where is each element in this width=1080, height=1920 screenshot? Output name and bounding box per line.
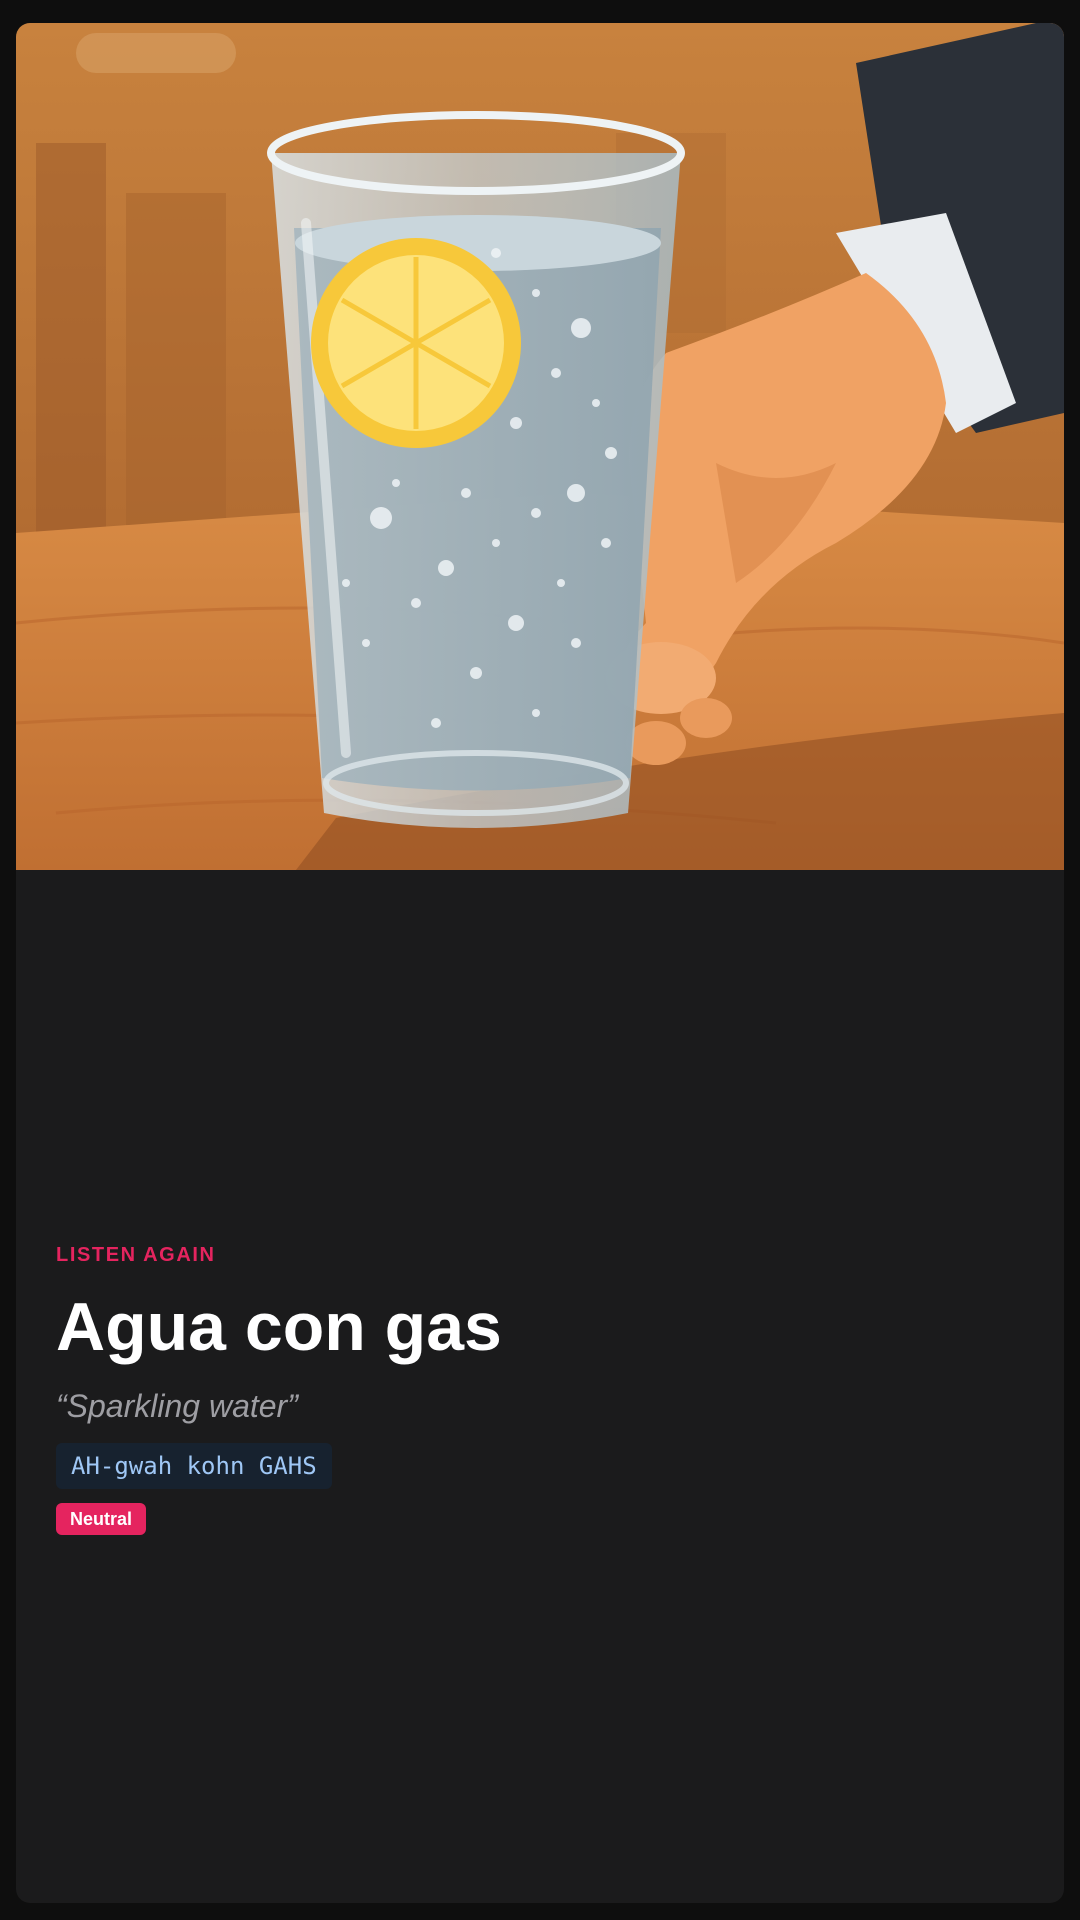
finger-2	[680, 698, 732, 738]
blurred-shelf-2	[126, 193, 226, 533]
sparkling-water-illustration	[16, 23, 1064, 870]
tag-row: Neutral	[56, 1503, 1016, 1535]
pronunciation-chip: AH-gwah kohn GAHS	[56, 1443, 332, 1489]
phrase-title: Agua con gas	[56, 1289, 502, 1365]
section-label: LISTEN AGAIN	[56, 1244, 216, 1266]
translation-text: “Sparkling water”	[56, 1388, 298, 1424]
blurred-lamp	[76, 33, 236, 73]
register-badge: Neutral	[56, 1503, 147, 1535]
phrase-details: LISTEN AGAIN Agua con gas “Sparkling wat…	[56, 1243, 1016, 1535]
phrase-card: LISTEN AGAIN Agua con gas “Sparkling wat…	[16, 23, 1064, 1903]
blurred-shelf-1	[36, 143, 106, 533]
finger-1	[626, 721, 686, 765]
